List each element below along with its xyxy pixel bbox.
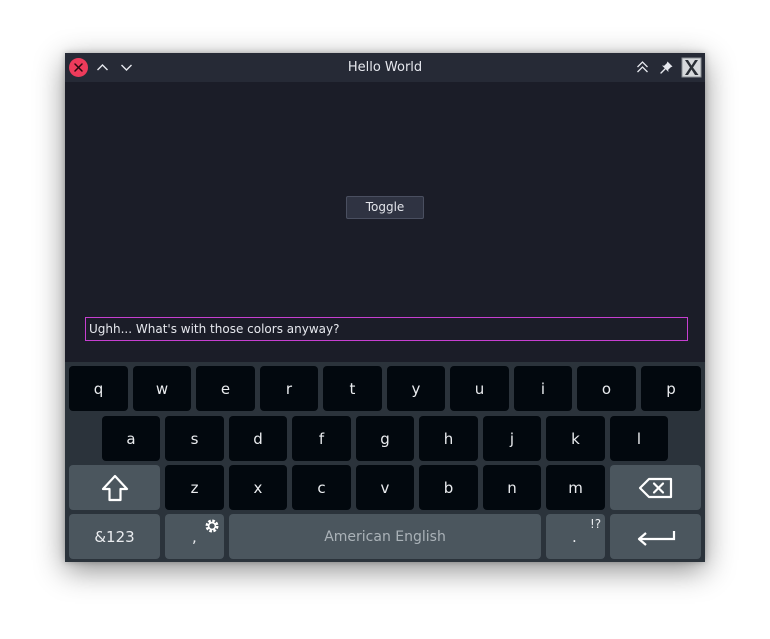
virtual-keyboard: q w e r t y u i o p a s d f g h j k l z … [65,362,705,562]
key-i[interactable]: i [514,366,572,411]
x-app-icon [681,57,702,78]
minimize-button[interactable] [93,58,112,77]
period-key[interactable]: . !? [546,514,605,559]
key-x[interactable]: x [229,465,287,510]
comma-label: , [192,528,197,546]
key-f[interactable]: f [292,416,351,461]
period-label: . [572,528,577,546]
keep-above-button[interactable] [633,58,652,77]
key-r[interactable]: r [260,366,318,411]
key-y[interactable]: y [387,366,445,411]
window-title: Hello World [347,60,423,75]
key-k[interactable]: k [546,416,605,461]
keep-above-icon [637,61,648,73]
shift-key[interactable] [69,465,160,510]
key-s[interactable]: s [165,416,224,461]
toggle-button[interactable]: Toggle [346,196,424,219]
key-e[interactable]: e [196,366,255,411]
key-j[interactable]: j [483,416,541,461]
pin-icon [660,61,673,74]
key-z[interactable]: z [165,465,224,510]
title-bar[interactable]: Hello World [65,53,705,82]
comma-key[interactable]: , [165,514,224,559]
close-button[interactable] [69,58,88,77]
maximize-button[interactable] [117,58,136,77]
chevron-down-icon [121,64,132,71]
key-p[interactable]: p [641,366,701,411]
key-a[interactable]: a [102,416,160,461]
close-icon [74,63,83,72]
gear-icon [205,519,219,533]
key-m[interactable]: m [546,465,605,510]
key-v[interactable]: v [356,465,414,510]
key-c[interactable]: c [292,465,351,510]
key-w[interactable]: w [133,366,191,411]
chevron-up-icon [97,64,108,71]
text-input[interactable]: Ughh... What's with those colors anyway? [85,317,688,341]
key-q[interactable]: q [69,366,128,411]
key-h[interactable]: h [419,416,478,461]
backspace-icon [638,477,672,498]
key-g[interactable]: g [356,416,414,461]
key-t[interactable]: t [323,366,382,411]
key-n[interactable]: n [483,465,541,510]
app-window: Hello World Toggle Ughh... What's with t… [65,53,705,562]
content-area: Toggle Ughh... What's with those colors … [65,82,705,362]
app-menu-button[interactable] [681,57,702,78]
key-b[interactable]: b [419,465,478,510]
enter-key[interactable] [610,514,701,559]
pin-button[interactable] [657,58,676,77]
key-d[interactable]: d [229,416,287,461]
backspace-key[interactable] [610,465,701,510]
key-o[interactable]: o [577,366,636,411]
symbols-mode-key[interactable]: &123 [69,514,160,559]
punctuation-hint: !? [590,517,602,531]
space-key[interactable]: American English [229,514,541,559]
space-key-label: American English [324,528,446,545]
key-u[interactable]: u [450,366,509,411]
key-l[interactable]: l [610,416,668,461]
enter-icon [637,530,675,546]
shift-icon [101,474,128,501]
